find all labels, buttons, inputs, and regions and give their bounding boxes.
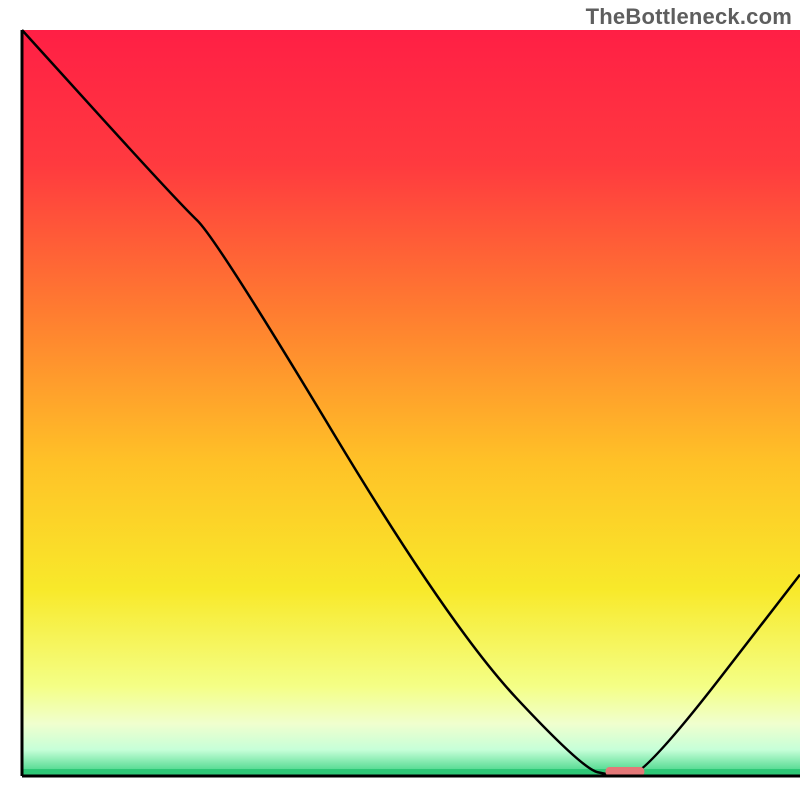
bottleneck-chart	[0, 0, 800, 800]
chart-container: TheBottleneck.com	[0, 0, 800, 800]
attribution-text: TheBottleneck.com	[586, 4, 792, 30]
gradient-background	[22, 30, 800, 776]
